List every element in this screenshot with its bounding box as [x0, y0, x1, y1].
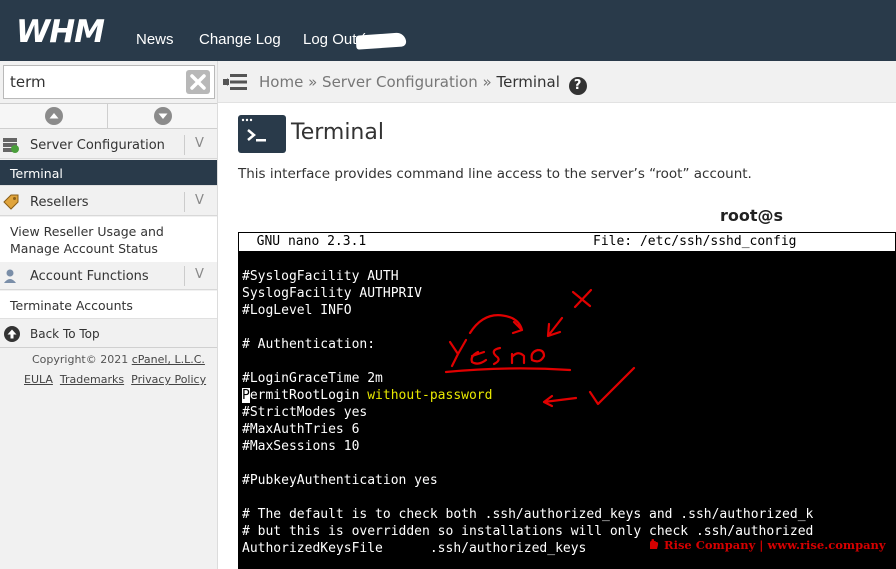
- top-navbar: WHM News Change Log Log Out (: [0, 0, 896, 61]
- chevron-down-icon[interactable]: V: [184, 135, 214, 155]
- redacted-hostname: [786, 206, 866, 226]
- arrow-up-icon: [45, 107, 63, 125]
- whm-logo[interactable]: WHM: [14, 12, 118, 48]
- chevron-down-icon[interactable]: V: [184, 192, 214, 212]
- sidebar: Server Configuration V Terminal Reseller…: [0, 61, 218, 569]
- watermark-text: Rise Company | www.rise.company: [664, 538, 886, 552]
- chevron-down-icon[interactable]: V: [184, 266, 214, 286]
- terminal-line: SyslogFacility AUTHPRIV: [242, 286, 423, 301]
- nano-file-name: File: /etc/ssh/sshd_config: [593, 234, 797, 249]
- nav-news[interactable]: News: [136, 31, 174, 48]
- page-title: Terminal: [291, 120, 384, 145]
- permit-root-login-key: ermitRootLogin: [249, 388, 368, 403]
- terminal-line: AuthorizedKeysFile .ssh/authorized_keys: [242, 541, 587, 556]
- watermark: Rise Company | www.rise.company: [648, 538, 886, 552]
- sidebar-item-view-reseller-usage[interactable]: View Reseller Usage and Manage Account S…: [0, 217, 217, 263]
- cpanel-link[interactable]: cPanel, L.L.C.: [132, 353, 205, 366]
- nav-change-log[interactable]: Change Log: [199, 31, 281, 48]
- collapse-expand-row: [0, 103, 217, 129]
- sidebar-category-label: Resellers: [30, 195, 89, 210]
- copyright-text: Copyright© 2021 cPanel, L.L.C.: [32, 353, 205, 366]
- nano-version: GNU nano 2.3.1: [241, 234, 367, 249]
- terminal-icon: [238, 115, 286, 153]
- expand-all-button[interactable]: [109, 104, 217, 128]
- sidebar-category-label: Account Functions: [30, 269, 149, 284]
- terminal-user-prompt: root@s: [720, 206, 784, 225]
- terminal-line: #SyslogFacility AUTH: [242, 269, 399, 284]
- breadcrumb: Home » Server Configuration » Terminal ?: [259, 73, 587, 95]
- breadcrumb-separator: »: [308, 73, 318, 91]
- terminal-line: #LogLevel INFO: [242, 303, 352, 318]
- terminal-line: #MaxAuthTries 6: [242, 422, 360, 437]
- terminal-line: #MaxSessions 10: [242, 439, 360, 454]
- sidebar-category-account-functions[interactable]: Account Functions V: [0, 262, 217, 290]
- svg-text:WHM: WHM: [16, 14, 105, 48]
- eula-link[interactable]: EULA: [24, 373, 53, 386]
- terminal-line-permit-root-login: PermitRootLogin without-password: [242, 387, 492, 404]
- sidebar-category-server-configuration[interactable]: Server Configuration V: [0, 131, 217, 159]
- arrow-down-icon: [154, 107, 172, 125]
- arrow-up-circle-icon: [4, 326, 20, 342]
- permit-root-login-value: without-password: [367, 388, 493, 403]
- sidebar-category-resellers[interactable]: Resellers V: [0, 188, 217, 216]
- clear-search-button[interactable]: [186, 70, 210, 94]
- hand-icon: [650, 539, 659, 549]
- server-config-icon: [3, 138, 19, 153]
- terminal-line: #LoginGraceTime 2m: [242, 371, 383, 386]
- breadcrumb-current: Terminal: [496, 73, 560, 91]
- sidebar-item-terminate-accounts[interactable]: Terminate Accounts: [0, 291, 217, 319]
- menu-toggle-icon[interactable]: [223, 72, 247, 92]
- terminal-line: # The default is to check both .ssh/auth…: [242, 507, 814, 522]
- text-cursor: P: [242, 388, 250, 403]
- sidebar-category-label: Server Configuration: [30, 138, 165, 153]
- trademarks-link[interactable]: Trademarks: [60, 373, 124, 386]
- search-box: [3, 65, 215, 99]
- close-icon: [190, 74, 206, 90]
- account-user-icon: [4, 269, 16, 283]
- footer-links: EULA Trademarks Privacy Policy: [24, 373, 206, 386]
- page-description: This interface provides command line acc…: [238, 166, 752, 182]
- sidebar-item-terminal[interactable]: Terminal: [0, 160, 217, 186]
- redacted-username: [355, 32, 407, 50]
- terminal-line: # Authentication:: [242, 337, 376, 352]
- terminal-line: #PubkeyAuthentication yes: [242, 473, 438, 488]
- nano-header: GNU nano 2.3.1 File: /etc/ssh/sshd_config: [239, 233, 895, 251]
- breadcrumb-bar: Home » Server Configuration » Terminal ?: [218, 61, 896, 103]
- terminal-line: #StrictModes yes: [242, 405, 368, 420]
- back-to-top-label: Back To Top: [30, 327, 100, 341]
- back-to-top-button[interactable]: Back To Top: [0, 320, 217, 348]
- help-icon[interactable]: ?: [568, 77, 587, 95]
- collapse-all-button[interactable]: [0, 104, 108, 128]
- resellers-tag-icon: [3, 194, 19, 210]
- breadcrumb-home[interactable]: Home: [259, 73, 303, 91]
- terminal-window[interactable]: GNU nano 2.3.1 File: /etc/ssh/sshd_config…: [238, 232, 896, 569]
- breadcrumb-server-configuration[interactable]: Server Configuration: [322, 73, 478, 91]
- copyright-prefix: Copyright© 2021: [32, 353, 132, 366]
- privacy-policy-link[interactable]: Privacy Policy: [131, 373, 206, 386]
- breadcrumb-separator: »: [482, 73, 492, 91]
- search-input[interactable]: [4, 66, 184, 98]
